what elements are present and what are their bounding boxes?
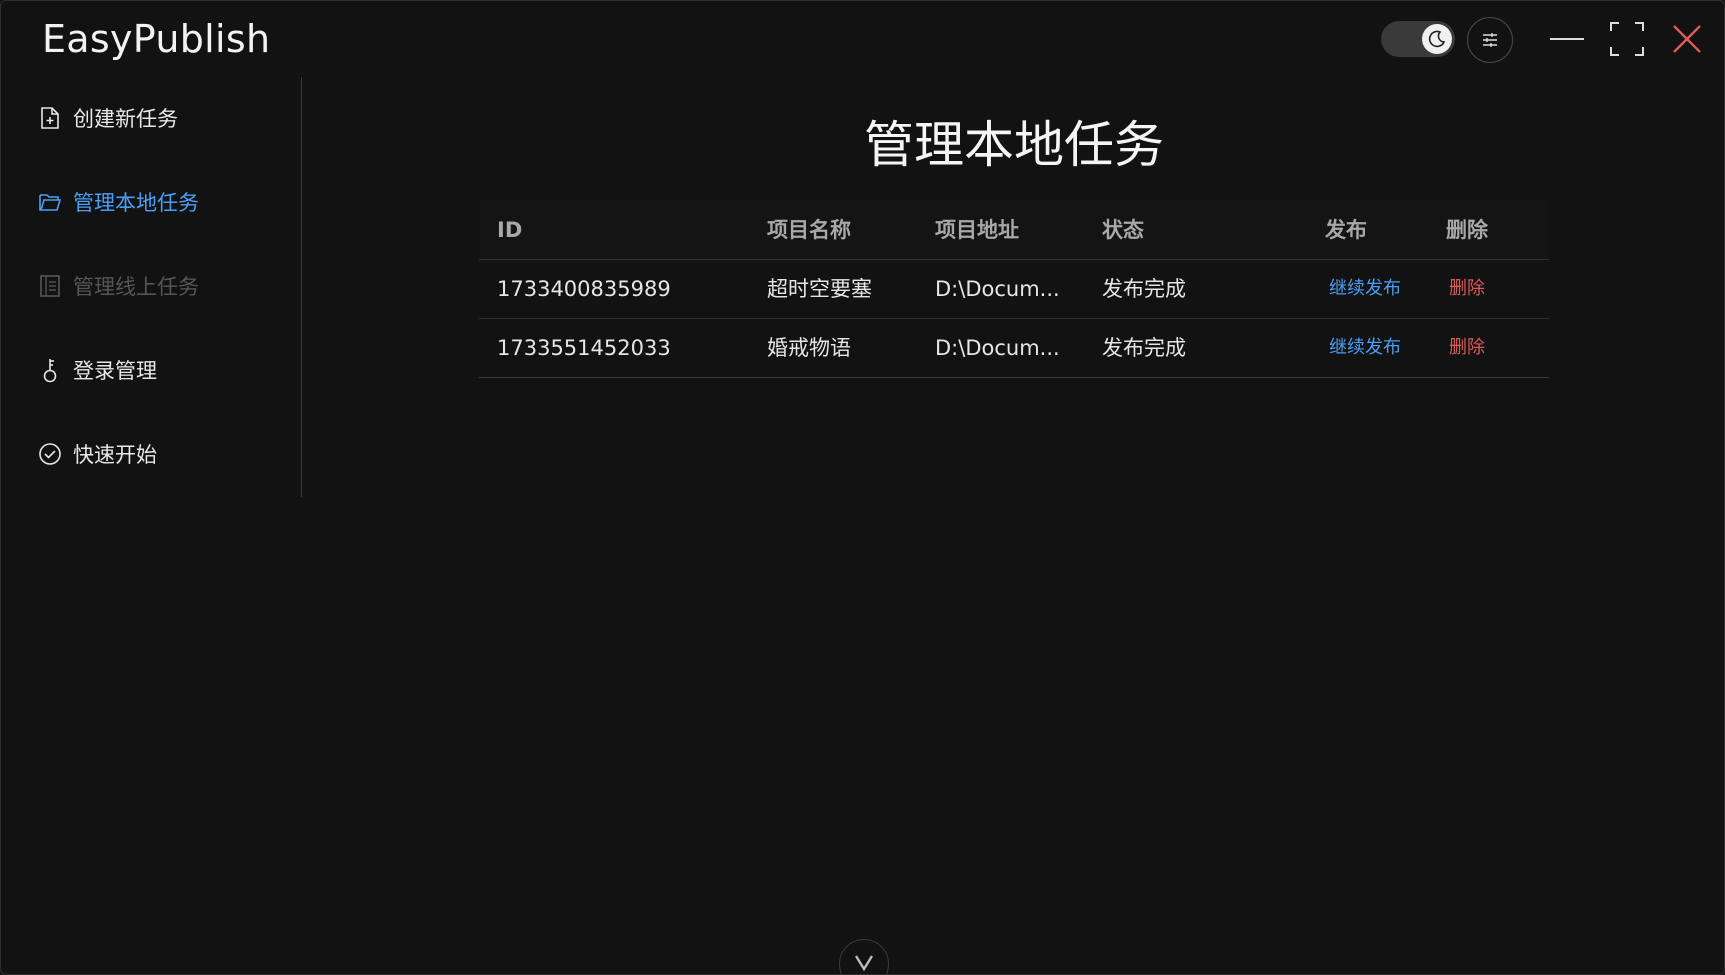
cell-id: 1733400835989 xyxy=(497,277,671,301)
tasks-table: ID 项目名称 项目地址 状态 发布 删除 1733400835989 超时空要… xyxy=(479,201,1549,378)
check-circle-icon xyxy=(37,441,63,467)
table-row: 1733400835989 超时空要塞 D:\Docum... 发布完成 继续发… xyxy=(479,260,1549,319)
cell-status: 发布完成 xyxy=(1102,277,1186,301)
maximize-icon xyxy=(1610,22,1644,56)
expand-panel-button[interactable] xyxy=(839,939,889,974)
sliders-icon xyxy=(1483,33,1497,47)
continue-publish-button[interactable]: 继续发布 xyxy=(1329,260,1401,318)
sidebar-item-label: 管理线上任务 xyxy=(73,275,199,299)
cell-status: 发布完成 xyxy=(1102,336,1186,360)
minimize-icon xyxy=(1550,38,1584,40)
column-header-name: 项目名称 xyxy=(767,218,851,242)
theme-toggle-knob xyxy=(1422,24,1452,54)
app-title: EasyPublish xyxy=(42,17,271,61)
sidebar-item-login[interactable]: 登录管理 xyxy=(37,350,157,390)
minimize-button[interactable] xyxy=(1547,19,1587,59)
sidebar-item-create-task[interactable]: 创建新任务 xyxy=(37,98,178,138)
cell-name: 超时空要塞 xyxy=(767,277,872,301)
sidebar-item-label: 创建新任务 xyxy=(73,107,178,131)
chevron-down-icon xyxy=(854,955,874,972)
delete-button[interactable]: 删除 xyxy=(1449,260,1485,318)
cell-path: D:\Docum... xyxy=(935,336,1060,360)
column-header-status: 状态 xyxy=(1102,218,1144,242)
folder-open-icon xyxy=(37,189,63,215)
close-button[interactable] xyxy=(1667,19,1707,59)
maximize-button[interactable] xyxy=(1607,19,1647,59)
cell-path: D:\Docum... xyxy=(935,277,1060,301)
key-icon xyxy=(37,357,63,383)
file-plus-icon xyxy=(37,105,63,131)
app-window: EasyPublish 创建新任务 管理本地任务 管理线上任务 登录管理 快速开… xyxy=(0,0,1725,975)
sidebar-item-label: 管理本地任务 xyxy=(73,191,199,215)
theme-toggle[interactable] xyxy=(1381,21,1455,57)
column-header-publish: 发布 xyxy=(1325,218,1367,242)
sidebar-item-quick-start[interactable]: 快速开始 xyxy=(37,434,157,474)
moon-icon xyxy=(1428,30,1446,48)
sidebar: 创建新任务 管理本地任务 管理线上任务 登录管理 快速开始 xyxy=(1,77,302,497)
column-header-delete: 删除 xyxy=(1446,218,1488,242)
cell-name: 婚戒物语 xyxy=(767,336,851,360)
cell-id: 1733551452033 xyxy=(497,336,671,360)
settings-button[interactable] xyxy=(1467,17,1513,63)
table-header: ID 项目名称 项目地址 状态 发布 删除 xyxy=(479,201,1549,260)
column-header-id: ID xyxy=(497,218,523,242)
sidebar-item-manage-online: 管理线上任务 xyxy=(37,266,199,306)
sidebar-item-label: 登录管理 xyxy=(73,359,157,383)
sidebar-item-label: 快速开始 xyxy=(73,443,157,467)
delete-button[interactable]: 删除 xyxy=(1449,319,1485,377)
sidebar-item-manage-local[interactable]: 管理本地任务 xyxy=(37,182,199,222)
table-row: 1733551452033 婚戒物语 D:\Docum... 发布完成 继续发布… xyxy=(479,319,1549,378)
continue-publish-button[interactable]: 继续发布 xyxy=(1329,319,1401,377)
list-icon xyxy=(37,273,63,299)
close-icon xyxy=(1673,25,1701,53)
page-title: 管理本地任务 xyxy=(864,116,1164,174)
column-header-path: 项目地址 xyxy=(935,218,1019,242)
